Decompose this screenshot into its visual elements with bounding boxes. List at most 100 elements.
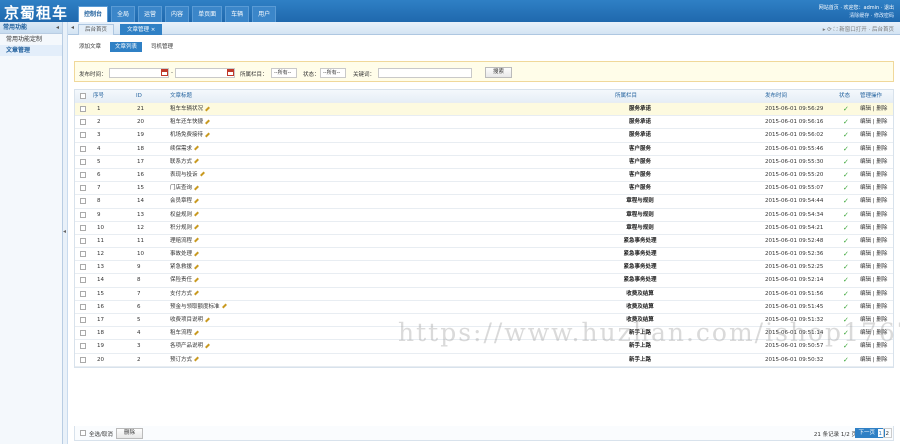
sidebar-header[interactable]: 常用功能 ◂ — [0, 22, 62, 34]
edit-pencil-icon[interactable] — [194, 145, 199, 151]
edit-pencil-icon[interactable] — [194, 198, 199, 204]
title-cell[interactable]: 权益规则 — [170, 209, 199, 221]
tab-right-label[interactable]: 新窗口打开 · 后台首页 — [839, 27, 894, 33]
row-checkbox[interactable] — [80, 145, 86, 152]
article-title[interactable]: 租车还车快捷 — [170, 119, 203, 125]
keyword-input[interactable] — [378, 68, 472, 78]
row-actions[interactable]: 编辑 | 删除 — [860, 129, 887, 141]
select-all-label[interactable]: 全选/取消 — [89, 430, 113, 438]
row-actions[interactable]: 编辑 | 删除 — [860, 195, 887, 207]
article-title[interactable]: 续保需求 — [170, 146, 192, 152]
collapse-icon[interactable]: ◂ — [56, 22, 59, 34]
article-title[interactable]: 联系方式 — [170, 159, 192, 165]
sidebar-item[interactable]: 常用功能定制 — [0, 34, 62, 45]
row-checkbox[interactable] — [80, 277, 86, 284]
edit-pencil-icon[interactable] — [205, 106, 210, 111]
article-title[interactable]: 机场免费接待 — [170, 132, 203, 138]
edit-pencil-icon[interactable] — [194, 264, 199, 270]
page-2-button[interactable]: 2 — [882, 428, 892, 438]
calendar-icon[interactable] — [161, 69, 168, 76]
article-title[interactable]: 门店查询 — [170, 185, 192, 191]
row-actions[interactable]: 编辑 | 删除 — [860, 235, 887, 247]
article-title[interactable]: 权益规则 — [170, 212, 192, 218]
article-title[interactable]: 表现与投诉 — [170, 172, 198, 178]
title-cell[interactable]: 紧急救援 — [170, 261, 199, 273]
title-cell[interactable]: 事故处理 — [170, 248, 199, 260]
title-cell[interactable]: 租车流程 — [170, 327, 199, 339]
close-icon[interactable]: × — [151, 27, 156, 33]
nav-tab[interactable]: 控制台 — [78, 6, 109, 22]
subtab[interactable]: 司机管理 — [146, 42, 178, 52]
calendar-icon[interactable] — [227, 69, 234, 76]
edit-pencil-icon[interactable] — [194, 211, 199, 217]
splitter-arrow-icon[interactable]: ◂ — [63, 228, 66, 235]
date-from-input[interactable] — [109, 68, 169, 78]
tab-scroll-left-icon[interactable]: ◂ — [71, 24, 74, 31]
article-title[interactable]: 积分规则 — [170, 225, 192, 231]
title-cell[interactable]: 收费项目说明 — [170, 314, 210, 326]
nav-tab[interactable]: 全局 — [111, 6, 136, 22]
row-actions[interactable]: 编辑 | 删除 — [860, 261, 887, 273]
row-checkbox[interactable] — [80, 171, 86, 178]
row-checkbox[interactable] — [80, 330, 86, 337]
row-checkbox[interactable] — [80, 198, 86, 205]
row-actions[interactable]: 编辑 | 删除 — [860, 182, 887, 194]
row-checkbox[interactable] — [80, 343, 86, 350]
delete-button[interactable]: 删除 — [116, 428, 144, 439]
select-all-checkbox[interactable] — [80, 430, 86, 436]
row-checkbox[interactable] — [80, 251, 86, 258]
title-cell[interactable]: 租车车辆状况 — [170, 103, 210, 115]
article-title[interactable]: 租车流程 — [170, 330, 192, 336]
row-actions[interactable]: 编辑 | 删除 — [860, 143, 887, 155]
edit-pencil-icon[interactable] — [194, 330, 199, 336]
article-title[interactable]: 支付方式 — [170, 291, 192, 297]
edit-pencil-icon[interactable] — [221, 303, 227, 309]
article-title[interactable]: 会员章程 — [170, 198, 192, 204]
top-links[interactable]: 网站首页 · 欢迎您：admin · 退出 — [819, 4, 894, 11]
row-actions[interactable]: 编辑 | 删除 — [860, 103, 887, 115]
edit-pencil-icon[interactable] — [194, 290, 199, 296]
row-checkbox[interactable] — [80, 224, 86, 231]
title-cell[interactable]: 理赔流程 — [170, 235, 199, 247]
category-select[interactable]: --所有-- — [271, 68, 297, 78]
edit-pencil-icon[interactable] — [194, 356, 199, 362]
row-checkbox[interactable] — [80, 303, 86, 310]
tab-right-links[interactable]: ▸ ⟳ ⛶ 新窗口打开 · 后台首页 — [823, 25, 894, 34]
edit-pencil-icon[interactable] — [205, 132, 210, 138]
row-checkbox[interactable] — [80, 211, 86, 218]
title-cell[interactable]: 表现与投诉 — [170, 169, 205, 181]
article-title[interactable]: 保险责任 — [170, 277, 192, 283]
row-checkbox[interactable] — [80, 290, 86, 297]
article-title[interactable]: 各项产品说明 — [170, 343, 203, 349]
edit-pencil-icon[interactable] — [194, 277, 199, 283]
article-title[interactable]: 预订方式 — [170, 357, 192, 363]
edit-pencil-icon[interactable] — [194, 251, 199, 257]
status-select[interactable]: --所有-- — [320, 68, 346, 78]
nav-tab[interactable]: 运营 — [138, 6, 163, 22]
edit-pencil-icon[interactable] — [194, 158, 199, 164]
date-to-input[interactable] — [175, 68, 235, 78]
title-cell[interactable]: 联系方式 — [170, 156, 199, 168]
title-cell[interactable]: 积分规则 — [170, 222, 199, 234]
row-checkbox[interactable] — [80, 119, 86, 126]
title-cell[interactable]: 支付方式 — [170, 288, 199, 300]
edit-pencil-icon[interactable] — [194, 185, 199, 191]
article-title[interactable]: 租车车辆状况 — [170, 106, 203, 112]
header-checkbox[interactable] — [80, 93, 86, 99]
article-title[interactable]: 事故处理 — [170, 251, 192, 257]
nav-tab[interactable]: 用户 — [252, 6, 277, 22]
edit-pencil-icon[interactable] — [199, 171, 205, 177]
nav-tab[interactable]: 单页面 — [192, 6, 223, 22]
row-checkbox[interactable] — [80, 264, 86, 271]
title-cell[interactable]: 预订方式 — [170, 354, 199, 366]
row-checkbox[interactable] — [80, 317, 86, 323]
sidebar-item[interactable]: 文章管理 — [0, 45, 62, 56]
article-title[interactable]: 预金与领取额度标准 — [170, 304, 220, 310]
title-cell[interactable]: 会员章程 — [170, 195, 199, 207]
row-actions[interactable]: 编辑 | 删除 — [860, 156, 887, 168]
row-actions[interactable]: 编辑 | 删除 — [860, 209, 887, 221]
nav-tab[interactable]: 车辆 — [225, 6, 250, 22]
row-actions[interactable]: 编辑 | 删除 — [860, 248, 887, 260]
edit-pencil-icon[interactable] — [205, 343, 210, 349]
row-checkbox[interactable] — [80, 132, 86, 139]
